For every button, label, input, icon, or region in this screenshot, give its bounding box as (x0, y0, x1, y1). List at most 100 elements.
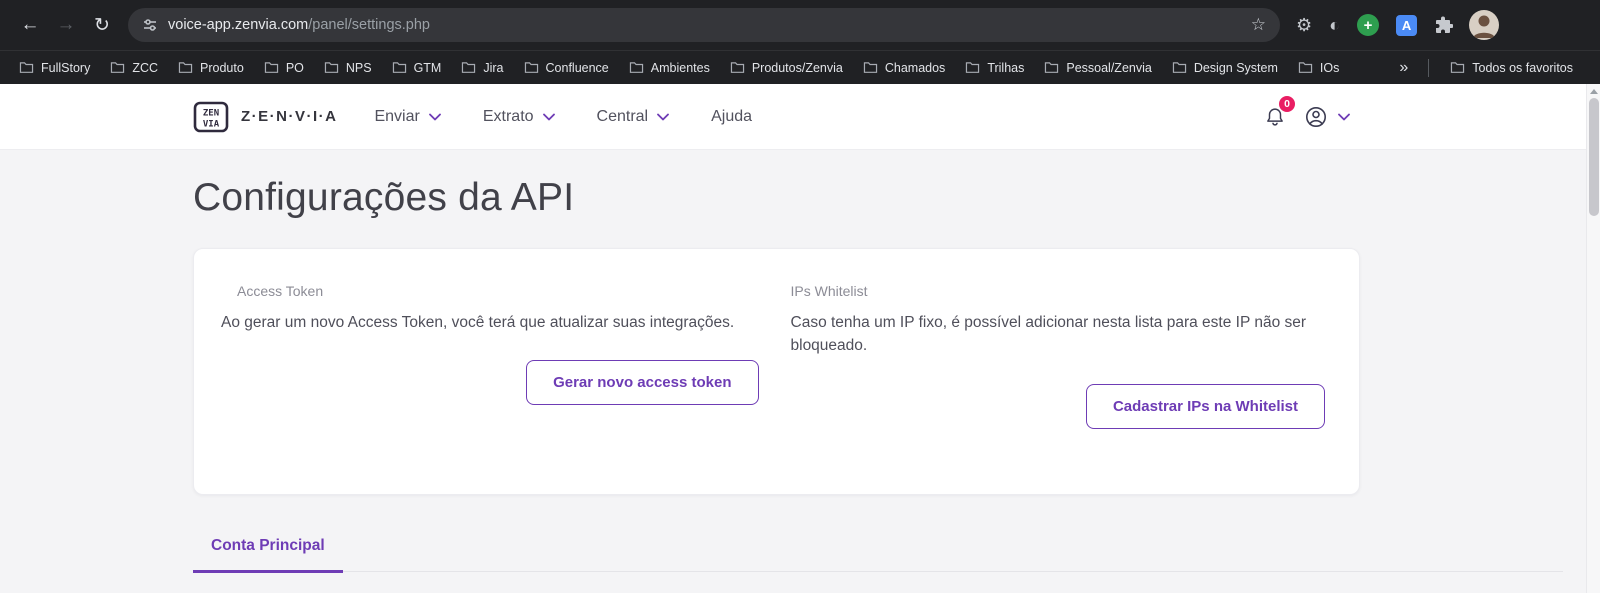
account-icon (1306, 106, 1326, 127)
bookmark-label: Confluence (545, 60, 609, 75)
bookmarks-separator (1428, 58, 1430, 77)
back-button[interactable]: ← (12, 7, 48, 43)
account-tabs: Conta Principal (193, 537, 1563, 573)
bookmarks-bar: FullStory ZCC Produto PO NPS GTM Jira Co… (0, 50, 1600, 84)
url-text: voice-app.zenvia.com/panel/settings.php (168, 17, 430, 33)
bookmark-label: IOs (1319, 60, 1340, 75)
bookmark-label: PO (285, 60, 304, 75)
nav-item-central[interactable]: Central (576, 108, 691, 126)
all-favorites-label: Todos os favoritos (1472, 60, 1573, 75)
svg-text:ZEN: ZEN (203, 108, 219, 118)
bookmark-label: Chamados (884, 60, 946, 75)
api-settings-card: Access Token Ao gerar um novo Access Tok… (193, 248, 1360, 495)
bookmark-folder-jira[interactable]: Jira (452, 57, 512, 79)
bookmark-folder-fullstory[interactable]: FullStory (10, 57, 99, 79)
address-bar[interactable]: voice-app.zenvia.com/panel/settings.php … (128, 8, 1280, 42)
bookmarks-right-group: » Todos os favoritos (1391, 57, 1590, 79)
bookmark-label: Produtos/Zenvia (751, 60, 843, 75)
bookmark-label: Ambientes (650, 60, 710, 75)
add-circle-icon[interactable]: + (1357, 14, 1380, 36)
bookmarks-list: FullStory ZCC Produto PO NPS GTM Jira Co… (10, 57, 1391, 79)
folder-icon (1298, 62, 1313, 73)
nav-item-enviar[interactable]: Enviar (353, 108, 461, 126)
bookmark-label: ZCC (132, 60, 159, 75)
notifications-button[interactable]: 0 (1264, 96, 1295, 128)
register-whitelist-ips-button[interactable]: Cadastrar IPs na Whitelist (1085, 383, 1325, 429)
folder-icon (392, 62, 406, 73)
ip-whitelist-description: Caso tenha um IP fixo, é possível adicio… (790, 314, 1307, 355)
chevron-down-icon (428, 113, 441, 120)
bookmark-label: NPS (345, 60, 372, 75)
folder-icon (1045, 62, 1059, 73)
bookmark-label: FullStory (41, 60, 91, 75)
notification-badge: 0 (1279, 96, 1295, 112)
chevron-down-icon (1338, 113, 1350, 120)
access-token-label: Access Token (237, 283, 324, 299)
bookmark-folder-gtm[interactable]: GTM (383, 57, 451, 79)
folder-icon (863, 62, 877, 73)
scrollbar-up-arrow-icon[interactable] (1589, 89, 1598, 94)
main-nav: Enviar Extrato Central Ajuda (353, 108, 773, 126)
folder-icon (19, 62, 34, 73)
folder-icon (178, 62, 193, 73)
bookmark-folder-design-system[interactable]: Design System (1163, 57, 1287, 79)
nav-label: Enviar (374, 107, 420, 125)
settings-gear-icon[interactable]: ⚙ (1296, 16, 1312, 34)
account-menu-button[interactable] (1304, 105, 1350, 129)
bookmark-folder-nps[interactable]: NPS (315, 57, 381, 79)
site-info-icon[interactable] (142, 17, 158, 33)
tab-conta-principal[interactable]: Conta Principal (193, 537, 343, 573)
app-header: ZEN VIA Z·E·N·V·I·A Enviar Extrato Centr… (0, 84, 1600, 150)
browser-window: ← → ↻ voice-app.zenvia.com/panel/setting… (0, 0, 1600, 593)
folder-icon (111, 62, 125, 73)
zenvia-logo-icon[interactable]: ZEN VIA (193, 99, 229, 135)
bookmark-folder-confluence[interactable]: Confluence (515, 57, 618, 79)
chevron-down-icon (542, 113, 555, 120)
url-path: /panel/settings.php (308, 17, 430, 33)
page-scrollbar[interactable] (1586, 84, 1600, 593)
profile-avatar[interactable] (1469, 10, 1500, 40)
extensions-puzzle-icon[interactable] (1434, 16, 1454, 35)
generate-access-token-button[interactable]: Gerar novo access token (526, 360, 759, 406)
bookmarks-overflow-chevron[interactable]: » (1391, 59, 1416, 77)
bookmark-folder-chamados[interactable]: Chamados (854, 57, 954, 79)
all-favorites-button[interactable]: Todos os favoritos (1441, 57, 1582, 79)
brand-wordmark: Z·E·N·V·I·A (241, 108, 338, 125)
folder-icon (1451, 62, 1465, 73)
ip-whitelist-section: IPs Whitelist Caso tenha um IP fixo, é p… (777, 283, 1360, 494)
chevron-down-icon (657, 113, 670, 120)
translate-icon[interactable]: A (1396, 14, 1418, 36)
bookmark-folder-pessoal-zenvia[interactable]: Pessoal/Zenvia (1035, 57, 1160, 79)
page-title: Configurações da API (193, 176, 575, 219)
bookmark-label: Pessoal/Zenvia (1066, 60, 1152, 75)
folder-icon (966, 62, 980, 73)
folder-icon (1172, 62, 1186, 73)
nav-label: Central (596, 107, 649, 125)
bookmark-folder-ios[interactable]: IOs (1289, 57, 1348, 79)
bookmark-label: Trilhas (987, 60, 1025, 75)
folder-icon (629, 62, 643, 73)
browser-toolbar: ← → ↻ voice-app.zenvia.com/panel/setting… (0, 0, 1600, 50)
svg-text:VIA: VIA (203, 119, 220, 129)
forward-button[interactable]: → (48, 7, 84, 43)
folder-icon (462, 62, 476, 73)
folder-icon (730, 62, 744, 73)
theme-toggle-icon[interactable]: ◐ (1329, 16, 1340, 34)
toolbar-actions: ⚙ ◐ + A (1296, 14, 1454, 36)
nav-item-extrato[interactable]: Extrato (462, 108, 576, 126)
reload-button[interactable]: ↻ (84, 7, 120, 43)
nav-label: Extrato (482, 107, 534, 125)
bookmark-star-icon[interactable]: ☆ (1251, 15, 1266, 35)
scrollbar-thumb[interactable] (1589, 98, 1599, 216)
bookmark-folder-produtos-zenvia[interactable]: Produtos/Zenvia (721, 57, 852, 79)
bookmark-folder-zcc[interactable]: ZCC (101, 57, 167, 79)
bookmark-folder-trilhas[interactable]: Trilhas (956, 57, 1033, 79)
access-token-section: Access Token Ao gerar um novo Access Tok… (194, 283, 777, 494)
url-host: voice-app.zenvia.com (168, 17, 309, 33)
bookmark-folder-ambientes[interactable]: Ambientes (620, 57, 719, 79)
bookmark-folder-po[interactable]: PO (255, 57, 313, 79)
bookmark-label: GTM (413, 60, 442, 75)
bookmark-folder-produto[interactable]: Produto (169, 57, 253, 79)
nav-item-ajuda[interactable]: Ajuda (690, 108, 773, 126)
bookmark-label: Jira (483, 60, 504, 75)
